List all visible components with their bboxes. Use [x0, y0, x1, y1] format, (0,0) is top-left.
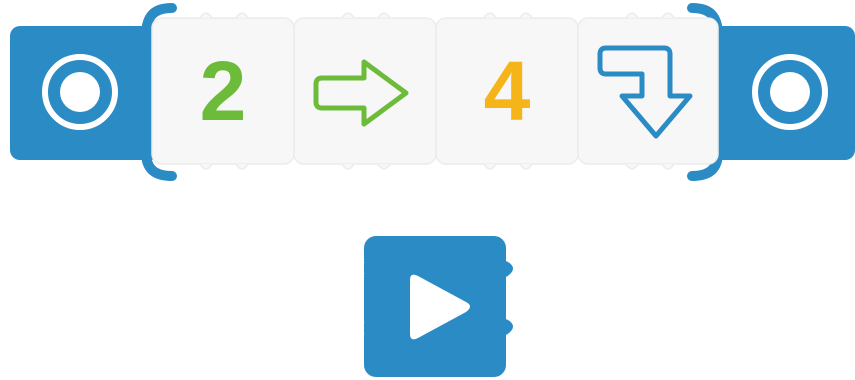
start-block	[10, 3, 177, 181]
play-button[interactable]	[357, 236, 513, 377]
tile-arrow-right[interactable]	[293, 12, 442, 170]
number-two-label: 2	[199, 44, 247, 138]
tile-arrow-turn-down[interactable]	[577, 12, 719, 170]
program-strip	[10, 3, 855, 377]
number-four-label: 4	[483, 44, 531, 138]
game-board: 2 4	[0, 0, 855, 380]
